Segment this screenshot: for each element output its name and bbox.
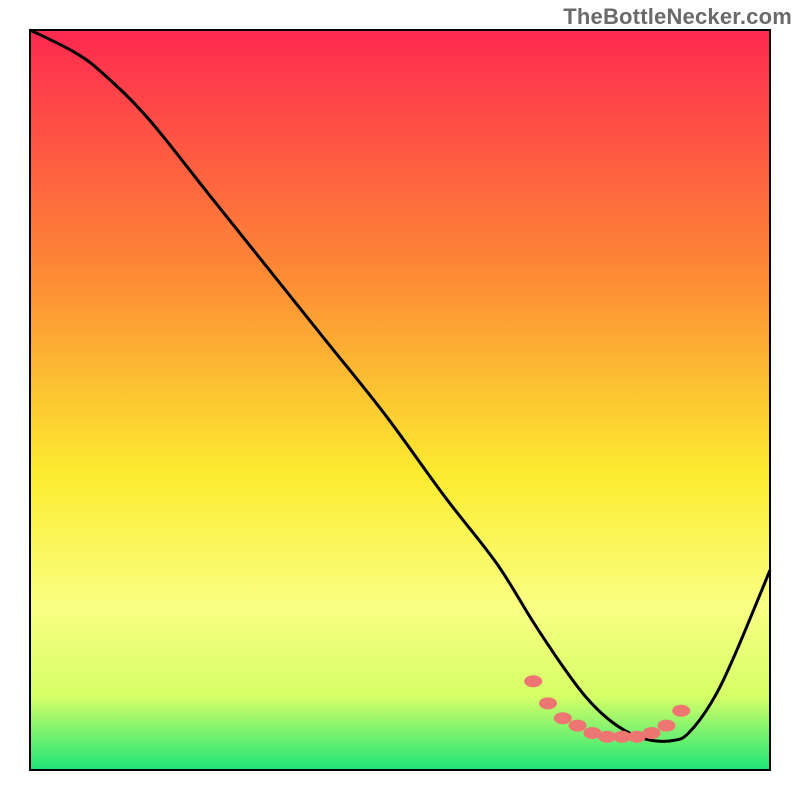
optimal-range-marker [672, 705, 690, 717]
optimal-range-marker [569, 720, 587, 732]
optimal-range-marker [657, 720, 675, 732]
bottleneck-chart [0, 0, 800, 800]
watermark: TheBottleNecker.com [563, 4, 792, 30]
optimal-range-marker [643, 727, 661, 739]
optimal-range-marker [539, 697, 557, 709]
optimal-range-marker [524, 675, 542, 687]
optimal-range-marker [554, 712, 572, 724]
plot-background [30, 30, 770, 770]
